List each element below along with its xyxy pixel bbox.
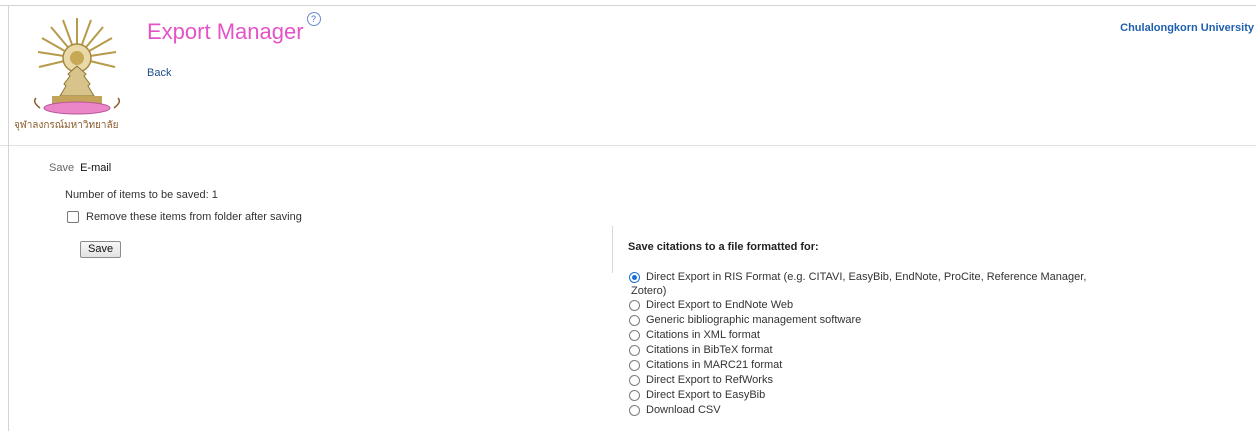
format-option-xml[interactable]: Citations in XML format <box>629 328 1099 343</box>
format-option-label: Download CSV <box>646 404 721 416</box>
format-option-label: Generic bibliographic management softwar… <box>646 314 862 326</box>
save-button[interactable]: Save <box>80 241 122 258</box>
radio-generic[interactable] <box>629 315 640 326</box>
format-option-refworks[interactable]: Direct Export to RefWorks <box>629 373 1099 388</box>
title-area: Export Manager ? <box>147 12 321 52</box>
format-option-label: Citations in MARC21 format <box>646 359 783 371</box>
remove-items-checkbox[interactable] <box>67 211 79 223</box>
format-option-label: Citations in BibTeX format <box>646 344 773 356</box>
radio-xml[interactable] <box>629 330 640 341</box>
format-option-generic[interactable]: Generic bibliographic management softwar… <box>629 313 1099 328</box>
format-option-label: Direct Export to RefWorks <box>646 374 773 386</box>
help-icon[interactable]: ? <box>306 12 321 26</box>
format-heading: Save citations to a file formatted for: <box>628 241 819 253</box>
format-option-bibtex[interactable]: Citations in BibTeX format <box>629 343 1099 358</box>
save-mode-tabs: Save E-mail <box>49 162 111 174</box>
left-border <box>8 5 9 431</box>
radio-ris[interactable] <box>629 272 640 283</box>
top-border <box>0 5 1256 6</box>
page-title: Export Manager <box>147 19 304 44</box>
items-count-text: Number of items to be saved: 1 <box>65 189 218 201</box>
radio-endnote-web[interactable] <box>629 300 640 311</box>
radio-marc21[interactable] <box>629 360 640 371</box>
radio-bibtex[interactable] <box>629 345 640 356</box>
format-option-label: Direct Export to EasyBib <box>646 389 766 401</box>
format-option-label: Direct Export in RIS Format (e.g. CITAVI… <box>631 270 1099 298</box>
format-option-label: Direct Export to EndNote Web <box>646 299 794 311</box>
format-option-label-line1: Direct Export in RIS Format (e.g. CITAVI… <box>646 271 1087 283</box>
format-option-endnote-web[interactable]: Direct Export to EndNote Web <box>629 298 1099 313</box>
remove-items-label: Remove these items from folder after sav… <box>86 211 302 223</box>
tab-save[interactable]: Save <box>49 162 74 174</box>
remove-items-option[interactable]: Remove these items from folder after sav… <box>67 211 302 223</box>
chulalongkorn-logo <box>33 18 121 115</box>
format-option-label-line2: Zotero) <box>631 285 667 297</box>
column-divider <box>612 226 613 273</box>
format-options: Direct Export in RIS Format (e.g. CITAVI… <box>629 270 1099 418</box>
logo-caption: จุฬาลงกรณ์มหาวิทยาลัย <box>14 120 119 131</box>
back-link[interactable]: Back <box>147 67 171 79</box>
radio-easybib[interactable] <box>629 390 640 401</box>
page-header: จุฬาลงกรณ์มหาวิทยาลัย Export Manager ? B… <box>0 0 1256 146</box>
radio-csv[interactable] <box>629 405 640 416</box>
format-option-easybib[interactable]: Direct Export to EasyBib <box>629 388 1099 403</box>
format-option-marc21[interactable]: Citations in MARC21 format <box>629 358 1099 373</box>
format-option-ris[interactable]: Direct Export in RIS Format (e.g. CITAVI… <box>629 270 1099 298</box>
institution-name: Chulalongkorn University <box>1120 22 1254 34</box>
format-option-label: Citations in XML format <box>646 329 760 341</box>
format-option-csv[interactable]: Download CSV <box>629 403 1099 418</box>
radio-refworks[interactable] <box>629 375 640 386</box>
tab-email[interactable]: E-mail <box>80 162 111 174</box>
